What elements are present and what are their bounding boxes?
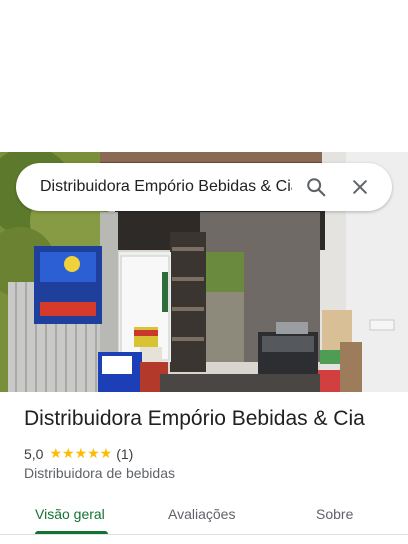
tab-bar: Visão geral Avaliações Sobre [0, 496, 408, 544]
search-input[interactable]: Distribuidora Empório Bebidas & Cia [40, 178, 292, 196]
star-rating-icon: ★★★★★ [49, 445, 113, 461]
review-count[interactable]: (1) [116, 446, 133, 462]
tab-overview[interactable]: Visão geral [35, 496, 105, 532]
place-title: Distribuidora Empório Bebidas & Cia [24, 407, 365, 430]
tab-reviews[interactable]: Avaliações [168, 496, 235, 532]
rating-value: 5,0 [24, 445, 44, 462]
search-bar[interactable]: Distribuidora Empório Bebidas & Cia [16, 163, 392, 211]
close-icon[interactable] [340, 167, 380, 207]
place-category[interactable]: Distribuidora de bebidas [24, 465, 175, 481]
search-icon[interactable] [296, 167, 336, 207]
tabs-divider [0, 534, 408, 535]
tab-about[interactable]: Sobre [316, 496, 353, 532]
rating-row[interactable]: 5,0 ★★★★★ (1) [24, 445, 133, 462]
